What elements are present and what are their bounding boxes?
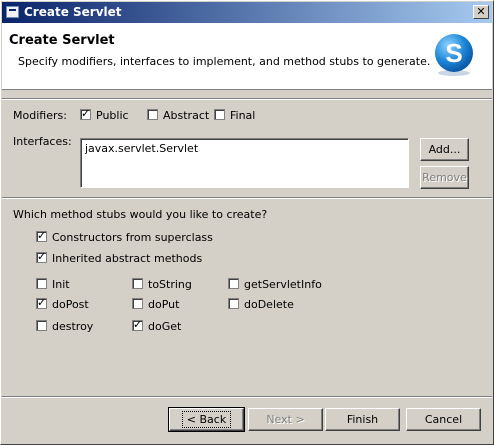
cancel-button[interactable]: Cancel [406,408,481,431]
stubs-question: Which method stubs would you like to cre… [13,208,268,221]
abstract-label: Abstract [163,109,210,122]
close-button[interactable]: ✕ [473,5,489,19]
footer-separator [2,396,492,398]
inherited-label: Inherited abstract methods [52,252,203,265]
interfaces-label: Interfaces: [13,135,72,148]
public-checkbox[interactable]: ✓ [80,108,91,120]
interfaces-list[interactable]: javax.servlet.Servlet [80,138,409,188]
servlet-logo-icon: S [435,34,473,76]
interface-item[interactable]: javax.servlet.Servlet [85,142,404,155]
page-title: Create Servlet [9,33,115,48]
svg-text:S: S [445,38,462,68]
interfaces-separator [2,197,492,199]
dopost-label: doPost [52,298,89,311]
next-button[interactable]: Next > [248,408,323,431]
create-servlet-dialog: Create Servlet ✕ Create Servlet Specify … [0,0,494,445]
doput-checkbox[interactable] [132,298,143,309]
destroy-label: destroy [52,320,94,333]
inherited-checkbox[interactable]: ✓ [36,251,47,263]
public-label: Public [96,109,129,122]
dodelete-checkbox[interactable] [228,298,239,309]
back-button-label: < Back [181,411,232,428]
tostring-label: toString [148,278,192,291]
destroy-checkbox[interactable] [36,320,47,331]
dopost-checkbox[interactable]: ✓ [36,297,47,309]
constructors-label: Constructors from superclass [52,231,213,244]
remove-interface-button[interactable]: Remove [420,166,469,189]
header-separator [2,98,492,100]
dodelete-label: doDelete [244,298,294,311]
back-button[interactable]: < Back [168,407,245,432]
title-bar: Create Servlet ✕ [2,2,492,23]
constructors-checkbox[interactable]: ✓ [36,230,47,242]
abstract-checkbox[interactable] [147,109,158,120]
doput-label: doPut [148,298,180,311]
final-label: Final [230,109,256,122]
page-description: Specify modifiers, interfaces to impleme… [18,55,431,68]
window-icon [6,6,19,18]
doget-label: doGet [148,320,182,333]
getservletinfo-label: getServletInfo [244,278,322,291]
init-checkbox[interactable] [36,278,47,289]
add-interface-button[interactable]: Add... [420,138,469,161]
wizard-header: Create Servlet Specify modifiers, interf… [2,23,492,90]
final-checkbox[interactable] [214,109,225,120]
finish-button[interactable]: Finish [325,408,400,431]
tostring-checkbox[interactable] [132,278,143,289]
init-label: Init [52,278,70,291]
getservletinfo-checkbox[interactable] [228,278,239,289]
modifiers-label: Modifiers: [13,109,67,122]
window-title: Create Servlet [24,5,122,19]
doget-checkbox[interactable]: ✓ [132,319,143,331]
